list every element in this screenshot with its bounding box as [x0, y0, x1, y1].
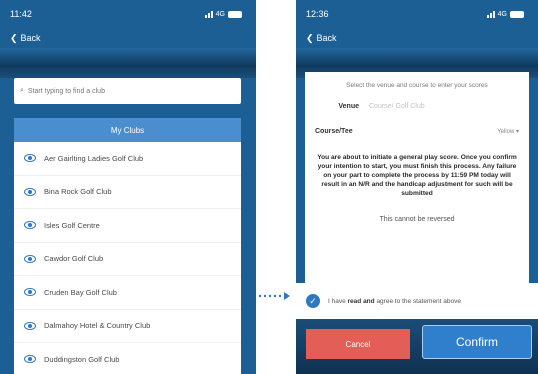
club-name: Isles Golf Centre: [44, 220, 100, 230]
eye-icon: [24, 154, 36, 163]
action-bar: Cancel Confirm: [296, 319, 538, 374]
warning-statement: You are about to initiate a general play…: [317, 154, 517, 197]
agree-text: I have read and agree to the statement a…: [328, 298, 461, 305]
agree-bold: read and: [347, 297, 375, 305]
status-time: 11:42: [10, 9, 32, 19]
battery-icon: [228, 10, 242, 18]
course-tee-value: Yellow: [497, 129, 515, 135]
status-bar: 11:42 4G: [0, 0, 256, 28]
club-list-item[interactable]: Duddingston Golf Club: [14, 343, 241, 374]
network-label: 4G: [215, 10, 225, 18]
club-list-item[interactable]: Dalmahoy Hotel & Country Club: [14, 310, 241, 343]
status-bar: 12:36 4G: [296, 0, 538, 28]
club-list-item[interactable]: Aer Gairlting Ladies Golf Club: [14, 142, 241, 176]
signal-icon: [204, 10, 213, 18]
club-name: Cawdor Golf Club: [44, 254, 104, 264]
battery-icon: [510, 10, 524, 18]
network-label: 4G: [497, 10, 507, 18]
back-button[interactable]: ❮ Back: [0, 28, 256, 48]
eye-icon: [24, 321, 36, 330]
status-icons: 4G: [486, 10, 524, 18]
eye-icon: [24, 221, 36, 230]
club-list-item[interactable]: Cruden Bay Golf Club: [14, 276, 241, 310]
club-name: Dalmahoy Hotel & Country Club: [44, 321, 151, 331]
header-background-image: [0, 48, 256, 78]
club-list-item[interactable]: Isles Golf Centre: [14, 209, 241, 243]
chevron-left-icon: ❮: [306, 32, 314, 43]
connector-arrow-icon: [258, 292, 290, 300]
back-label: Back: [316, 33, 337, 43]
agree-suffix: agree to the statement above: [376, 297, 461, 305]
agree-statement-row[interactable]: ✓ I have read and agree to the statement…: [296, 283, 538, 319]
course-tee-label: Course/Tee: [315, 128, 353, 135]
club-list-item[interactable]: Bina Rock Golf Club: [14, 176, 241, 209]
club-name: Cruden Bay Golf Club: [44, 287, 117, 297]
venue-label: Venue: [338, 103, 359, 110]
left-phone-screen: 11:42 4G ❮ Back ⌕ Start typing to find a…: [0, 0, 256, 374]
checkmark-icon[interactable]: ✓: [306, 294, 320, 308]
chevron-down-icon: ▾: [515, 129, 519, 135]
confirm-button[interactable]: Confirm: [422, 325, 532, 359]
chevron-left-icon: ❮: [10, 32, 18, 43]
search-placeholder: Start typing to find a club: [27, 87, 105, 95]
eye-icon: [24, 288, 36, 297]
eye-icon: [24, 187, 36, 196]
club-name: Duddingston Golf Club: [44, 354, 120, 364]
status-icons: 4G: [204, 10, 242, 18]
back-label: Back: [20, 33, 41, 43]
club-list-item[interactable]: Cawdor Golf Club: [14, 243, 241, 276]
course-tee-select[interactable]: Yellow ▾: [497, 128, 519, 135]
signal-icon: [486, 10, 495, 18]
eye-icon: [24, 254, 36, 263]
back-button[interactable]: ❮ Back: [296, 28, 538, 48]
search-icon: ⌕: [20, 87, 24, 94]
my-clubs-list: My Clubs Aer Gairlting Ladies Golf Club …: [14, 118, 241, 374]
club-name: Aer Gairlting Ladies Golf Club: [44, 153, 144, 163]
agree-prefix: I have: [328, 297, 346, 305]
venue-input[interactable]: Course/ Golf Club: [369, 103, 425, 110]
eye-icon: [24, 355, 36, 364]
list-header: My Clubs: [14, 118, 241, 142]
status-time: 12:36: [306, 9, 329, 19]
course-tee-row[interactable]: Course/Tee Yellow ▾: [305, 128, 529, 135]
cancel-button[interactable]: Cancel: [306, 329, 410, 359]
right-phone-screen: 12:36 4G ❮ Back Select the venue and cou…: [296, 0, 538, 374]
irreversible-notice: This cannot be reversed: [379, 216, 455, 223]
venue-row[interactable]: Venue Course/ Golf Club: [305, 103, 529, 110]
club-search-input[interactable]: ⌕ Start typing to find a club: [14, 78, 241, 104]
intro-text: Select the venue and course to enter you…: [346, 82, 488, 89]
club-name: Bina Rock Golf Club: [44, 187, 112, 197]
